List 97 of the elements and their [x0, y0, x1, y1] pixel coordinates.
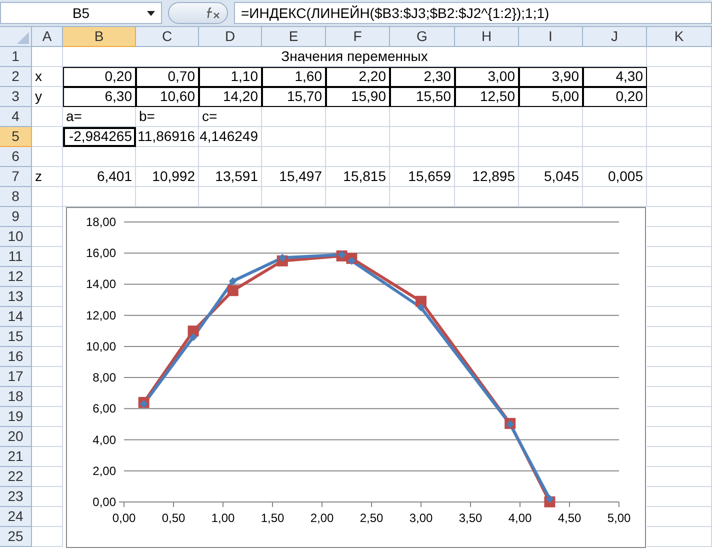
row-header[interactable]: 13: [0, 287, 32, 307]
column-header[interactable]: E: [262, 27, 326, 47]
cell[interactable]: 4,146249: [199, 127, 262, 147]
cell[interactable]: 2,20: [326, 67, 390, 87]
y-tick-label: 10,00: [86, 339, 116, 354]
x-tick-label: 3,50: [458, 511, 482, 525]
row-header[interactable]: 14: [0, 307, 32, 327]
cell[interactable]: 0,005: [583, 167, 647, 187]
cell[interactable]: 5,045: [519, 167, 583, 187]
cell[interactable]: 12,895: [455, 167, 519, 187]
cell[interactable]: 0,70: [136, 67, 199, 87]
x-tick-label: 0,00: [112, 511, 136, 525]
y-tick-label: 0,00: [92, 495, 116, 509]
row-header[interactable]: 19: [0, 407, 32, 427]
cell[interactable]: c=: [199, 107, 262, 127]
y-tick-label: 6,00: [92, 402, 116, 416]
y-tick-label: 18,00: [86, 215, 116, 229]
row-header[interactable]: 16: [0, 347, 32, 367]
cell[interactable]: 4,30: [583, 67, 647, 87]
column-header[interactable]: G: [390, 27, 455, 47]
row-header[interactable]: 21: [0, 447, 32, 467]
row-header[interactable]: 2: [0, 67, 32, 87]
x-tick-label: 3,00: [409, 511, 433, 525]
row-header[interactable]: 5: [0, 127, 32, 147]
cell[interactable]: 1,10: [199, 67, 262, 87]
row-header[interactable]: 3: [0, 87, 32, 107]
y-tick-label: 4,00: [92, 432, 116, 447]
x-tick-label: 4,50: [558, 511, 582, 525]
cell[interactable]: 6,401: [63, 167, 136, 187]
cell[interactable]: 6,30: [63, 87, 136, 107]
cell[interactable]: 15,815: [326, 167, 390, 187]
row-header[interactable]: 10: [0, 227, 32, 247]
name-box[interactable]: B5: [0, 2, 162, 24]
cell[interactable]: 10,992: [136, 167, 199, 187]
x-tick-label: 2,50: [360, 511, 384, 525]
row-header[interactable]: 9: [0, 207, 32, 227]
y-tick-label: 8,00: [92, 370, 116, 385]
row-header[interactable]: 11: [0, 247, 32, 267]
row-header[interactable]: 8: [0, 187, 32, 207]
cell[interactable]: x: [32, 67, 63, 87]
row-header[interactable]: 23: [0, 487, 32, 507]
row-header[interactable]: 17: [0, 367, 32, 387]
row-header[interactable]: 12: [0, 267, 32, 287]
column-header[interactable]: F: [326, 27, 390, 47]
cell[interactable]: z: [32, 167, 63, 187]
row-header[interactable]: 4: [0, 107, 32, 127]
column-header[interactable]: B: [63, 27, 136, 47]
cell[interactable]: -2,984265: [63, 127, 136, 147]
cell[interactable]: 1,60: [262, 67, 326, 87]
row-header[interactable]: 18: [0, 387, 32, 407]
row-header[interactable]: 1: [0, 47, 32, 67]
row-header[interactable]: 15: [0, 327, 32, 347]
cell[interactable]: 15,70: [262, 87, 326, 107]
column-header[interactable]: I: [519, 27, 583, 47]
cell[interactable]: 14,20: [199, 87, 262, 107]
cell[interactable]: 15,90: [326, 87, 390, 107]
row-header[interactable]: 25: [0, 527, 32, 547]
row-header[interactable]: 24: [0, 507, 32, 527]
cell[interactable]: 12,50: [455, 87, 519, 107]
row-header[interactable]: 7: [0, 167, 32, 187]
cell[interactable]: 13,591: [199, 167, 262, 187]
cell[interactable]: 2,30: [390, 67, 455, 87]
x-tick-label: 0,50: [162, 511, 186, 525]
y-tick-label: 14,00: [86, 277, 116, 292]
cell-reference: B5: [72, 4, 90, 22]
cell[interactable]: b=: [136, 107, 199, 127]
x-tick-label: 4,00: [508, 511, 532, 525]
cell[interactable]: 3,90: [519, 67, 583, 87]
x-tick-label: 5,00: [607, 511, 631, 525]
cell[interactable]: 10,60: [136, 87, 199, 107]
table-title[interactable]: Значения переменных: [63, 47, 647, 67]
x-tick-label: 1,00: [211, 511, 235, 525]
y-tick-label: 12,00: [86, 308, 116, 322]
x-tick-label: 1,50: [260, 511, 284, 525]
cell[interactable]: a=: [63, 107, 136, 127]
column-header[interactable]: K: [647, 27, 712, 47]
column-header[interactable]: J: [583, 27, 647, 47]
cell[interactable]: 11,86916: [136, 127, 199, 147]
column-header[interactable]: H: [455, 27, 519, 47]
y-tick-label: 2,00: [92, 464, 116, 478]
cell[interactable]: 15,497: [262, 167, 326, 187]
cell[interactable]: 0,20: [583, 87, 647, 107]
cell[interactable]: 15,659: [390, 167, 455, 187]
y-tick-label: 16,00: [86, 246, 116, 260]
column-header[interactable]: D: [199, 27, 262, 47]
column-header[interactable]: C: [136, 27, 199, 47]
cell[interactable]: 5,00: [519, 87, 583, 107]
formula-input[interactable]: =ИНДЕКС(ЛИНЕЙН($B3:$J3;$B2:$J2^{1:2});1;1): [234, 2, 712, 24]
cell[interactable]: 15,50: [390, 87, 455, 107]
cell[interactable]: y: [32, 87, 63, 107]
cell[interactable]: 0,20: [63, 67, 136, 87]
cell[interactable]: 3,00: [455, 67, 519, 87]
column-header[interactable]: A: [32, 27, 63, 47]
x-tick-label: 2,00: [310, 511, 334, 525]
row-header[interactable]: 22: [0, 467, 32, 487]
row-header[interactable]: 6: [0, 147, 32, 167]
row-header[interactable]: 20: [0, 427, 32, 447]
